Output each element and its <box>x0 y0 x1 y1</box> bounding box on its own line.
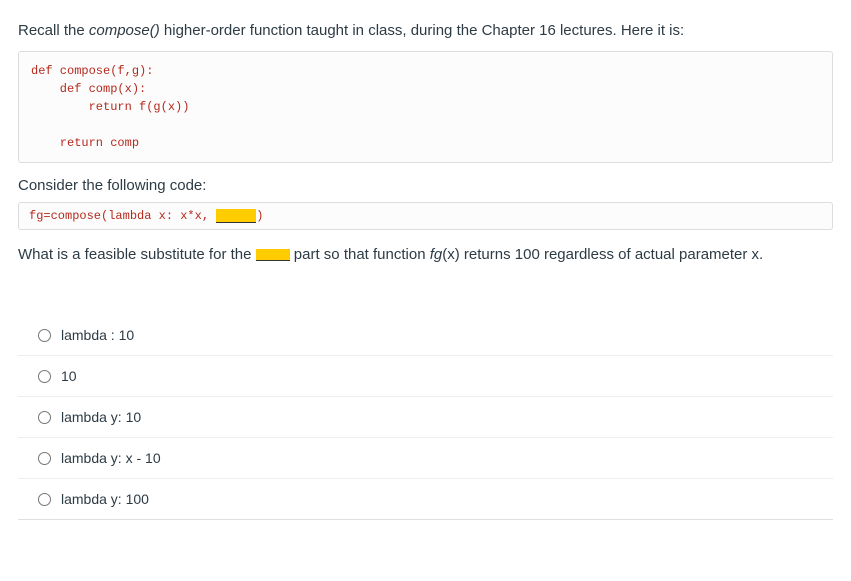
intro-func: compose() <box>89 22 160 39</box>
answer-label: lambda : 10 <box>61 327 134 343</box>
radio-input[interactable] <box>38 370 51 383</box>
code-blank <box>216 209 256 223</box>
answer-option[interactable]: 10 <box>18 356 833 397</box>
answer-option[interactable]: lambda y: 100 <box>18 479 833 520</box>
intro-suffix: higher-order function taught in class, d… <box>160 22 684 39</box>
answer-label: lambda y: 100 <box>61 491 149 507</box>
question-blank <box>256 249 290 261</box>
code-block-fg: fg=compose(lambda x: x*x, ) <box>18 202 833 230</box>
answer-label: 10 <box>61 368 77 384</box>
answer-label: lambda y: 10 <box>61 409 141 425</box>
answer-option[interactable]: lambda y: 10 <box>18 397 833 438</box>
radio-input[interactable] <box>38 329 51 342</box>
code-inline-after: ) <box>256 209 263 223</box>
intro-prefix: Recall the <box>18 22 89 39</box>
answer-option[interactable]: lambda y: x - 10 <box>18 438 833 479</box>
question-fg: fg <box>430 246 443 263</box>
question-paren: (x) <box>442 246 460 263</box>
code-block-compose: def compose(f,g): def comp(x): return f(… <box>18 51 833 163</box>
question-before: What is a feasible substitute for the <box>18 246 256 263</box>
radio-input[interactable] <box>38 493 51 506</box>
question-mid: part so that function <box>290 246 430 263</box>
question-text: What is a feasible substitute for the pa… <box>18 244 833 265</box>
answer-label: lambda y: x - 10 <box>61 450 161 466</box>
answer-option[interactable]: lambda : 10 <box>18 315 833 356</box>
intro-text: Recall the compose() higher-order functi… <box>18 20 833 41</box>
radio-input[interactable] <box>38 411 51 424</box>
answer-list: lambda : 10 10 lambda y: 10 lambda y: x … <box>18 315 833 520</box>
question-after: returns 100 regardless of actual paramet… <box>460 246 764 263</box>
radio-input[interactable] <box>38 452 51 465</box>
code-inline-before: fg=compose(lambda x: x*x, <box>29 209 216 223</box>
consider-text: Consider the following code: <box>18 175 833 196</box>
